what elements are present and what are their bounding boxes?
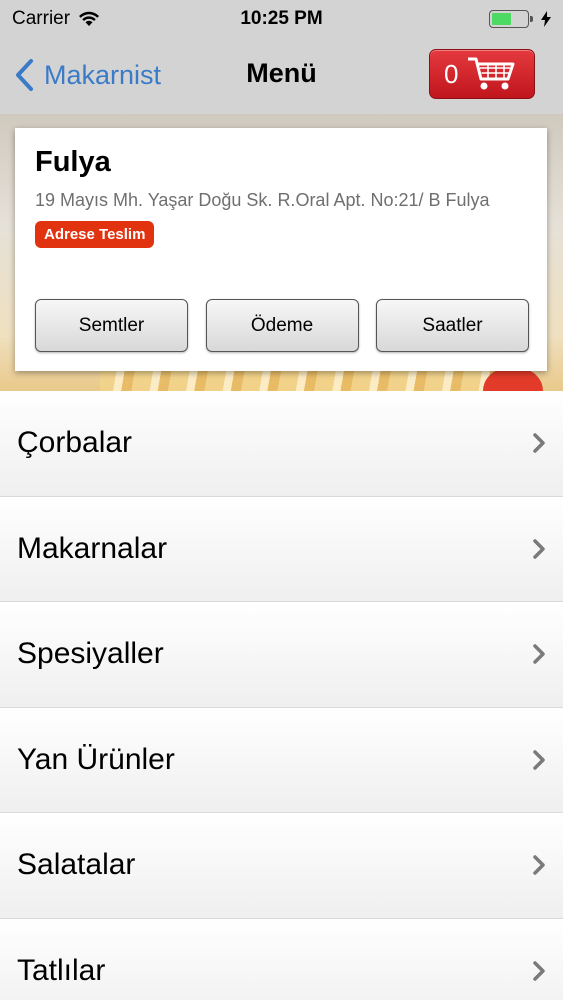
chevron-right-icon — [533, 750, 545, 770]
carrier-label: Carrier — [12, 8, 71, 29]
menu-item-label: Yan Ürünler — [17, 742, 175, 776]
chevron-right-icon — [533, 961, 545, 981]
charging-bolt-icon — [541, 11, 551, 27]
menu-item-yan-urunler[interactable]: Yan Ürünler — [0, 707, 563, 813]
back-button-label: Makarnist — [44, 59, 162, 90]
status-left: Carrier — [12, 8, 100, 30]
branch-address: 19 Mayıs Mh. Yaşar Doğu Sk. R.Oral Apt. … — [35, 190, 490, 210]
menu-item-label: Çorbalar — [17, 426, 133, 460]
cart-count: 0 — [444, 58, 459, 89]
wifi-icon — [79, 11, 100, 26]
districts-button[interactable]: Semtler — [35, 299, 188, 352]
chevron-right-icon — [533, 433, 545, 453]
menu-item-makarnalar[interactable]: Makarnalar — [0, 496, 563, 602]
cart-button[interactable]: 0 — [429, 49, 535, 99]
status-right — [489, 10, 551, 28]
menu-item-label: Salatalar — [17, 848, 136, 882]
branch-name: Fulya — [35, 146, 111, 178]
back-button[interactable]: Makarnist — [14, 58, 161, 92]
chevron-left-icon — [16, 59, 33, 91]
payment-button[interactable]: Ödeme — [205, 299, 359, 352]
status-bar: Carrier 10:25 PM — [0, 0, 563, 38]
menu-item-label: Tatlılar — [17, 953, 106, 987]
chevron-right-icon — [533, 539, 545, 559]
hours-button[interactable]: Saatler — [376, 299, 529, 352]
menu-item-corbalar[interactable]: Çorbalar — [0, 391, 563, 497]
menu-item-label: Spesiyaller — [17, 637, 164, 671]
menu-category-list: Çorbalar Makarnalar Spesiyaller Yan Ürün… — [0, 391, 563, 1000]
chevron-right-icon — [533, 855, 545, 875]
info-button-group: Semtler Ödeme Saatler — [35, 299, 529, 352]
battery-level — [492, 13, 511, 25]
restaurant-info-card: Fulya 19 Mayıs Mh. Yaşar Doğu Sk. R.Oral… — [15, 128, 547, 371]
battery-icon — [489, 10, 533, 28]
food-image-detail — [483, 369, 543, 391]
shopping-cart-icon — [468, 57, 515, 90]
menu-item-label: Makarnalar — [17, 531, 168, 565]
delivery-badge: Adrese Teslim — [35, 221, 155, 248]
menu-item-tatlilar[interactable]: Tatlılar — [0, 918, 563, 1000]
menu-item-spesiyaller[interactable]: Spesiyaller — [0, 602, 563, 708]
navigation-bar: Makarnist Menü 0 — [0, 38, 563, 114]
menu-item-salatalar[interactable]: Salatalar — [0, 813, 563, 919]
chevron-right-icon — [533, 644, 545, 664]
